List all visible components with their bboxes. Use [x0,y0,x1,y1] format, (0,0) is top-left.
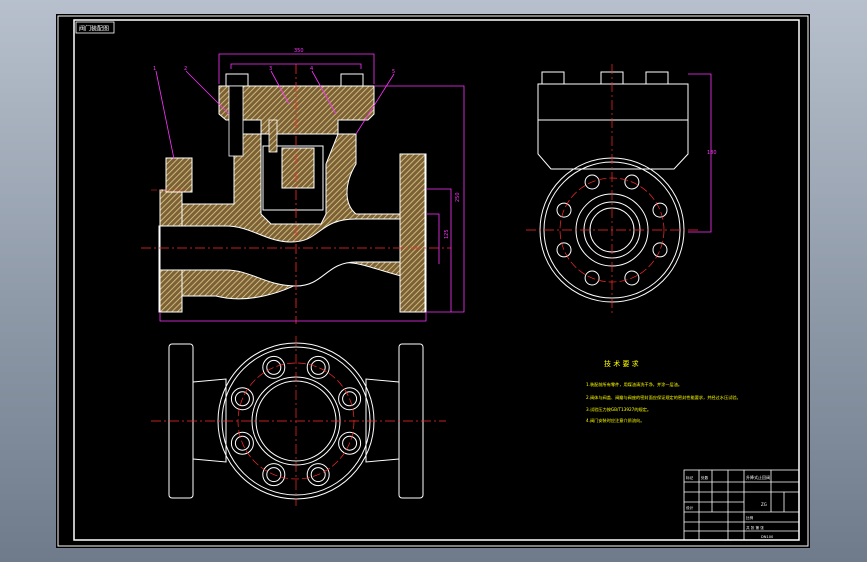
side-view [537,71,689,303]
side-bolt-hole [652,202,668,218]
tb-scale: 比例 [746,515,754,520]
side-bolt-1 [541,71,565,85]
side-bonnet [537,83,689,121]
dim-label-height2: 125 [444,229,450,239]
callout-4: 4 [310,66,313,72]
front-section-view [141,64,451,324]
stud [268,119,278,153]
callout-2: 2 [184,66,187,72]
plan-bolt [306,355,330,379]
plan-right-neck [365,378,400,463]
technical-notes: 技 术 要 求 1.装配前所有零件，用煤油清洗干净，并涂一层油。 2.阀体与阀盖… [586,359,741,424]
leader-1 [155,70,175,160]
tb-drawing-name: 升降式止回阀 [746,474,770,480]
plan-bolt-inner [266,359,282,375]
plan-left-neck [192,378,227,463]
side-bolt-hole [652,242,668,258]
callout-5: 5 [392,69,395,75]
bolt-head-left [225,73,249,87]
cad-drawing: 阀门装配图 3 50 250 125 1 2 3 4 5 180 技 术 要 求 … [57,15,809,547]
left-boss [165,157,193,193]
tb-code: DN100 [761,535,774,539]
callout-3: 3 [269,66,272,72]
title-block [683,469,800,541]
note-line-3: 3.试验压力按GB/T13927的规定。 [586,406,651,413]
bolt-shank-left [228,85,244,157]
right-flange [399,153,426,313]
tb-cell-a: 标记 [686,475,694,480]
dimension-center-height [426,188,452,312]
plan-centerlines [151,336,446,506]
tb-sheet-no: 共 张 第 张 [746,525,764,530]
disc [281,147,315,189]
tb-cell-c: 设计 [686,505,694,510]
notes-title: 技 术 要 求 [604,359,639,368]
note-line-1: 1.装配前所有零件，用煤油清洗干净，并涂一层油。 [586,381,682,388]
drawing-sheet: 阀门装配图 3 50 250 125 1 2 3 4 5 180 技 术 要 求 … [56,14,810,548]
corner-tag: 阀门装配图 [79,25,109,33]
side-bolt-hole [556,242,572,258]
title-block-frame [683,469,800,541]
dimension-port [426,213,440,264]
note-line-4: 4.阀门安装时应注意介质流向。 [586,417,644,424]
callout-1: 1 [153,66,156,72]
note-line-2: 2.阀体与阀盖、阀瓣与阀座的密封面应保证规定的密封性能要求，并经过水压试验。 [586,394,741,401]
plan-bolt [262,355,286,379]
dim-label-height: 250 [455,192,461,202]
side-bolt-3 [645,71,669,85]
plan-bolt-inner [310,359,326,375]
dim-label-top: 350 [294,48,304,54]
tb-material: ZG [761,502,767,507]
dim-label-right: 180 [707,150,717,156]
bolt-head-right [340,73,364,87]
dimension-bottom-length [159,312,427,322]
tb-cell-b: 处数 [701,475,709,480]
